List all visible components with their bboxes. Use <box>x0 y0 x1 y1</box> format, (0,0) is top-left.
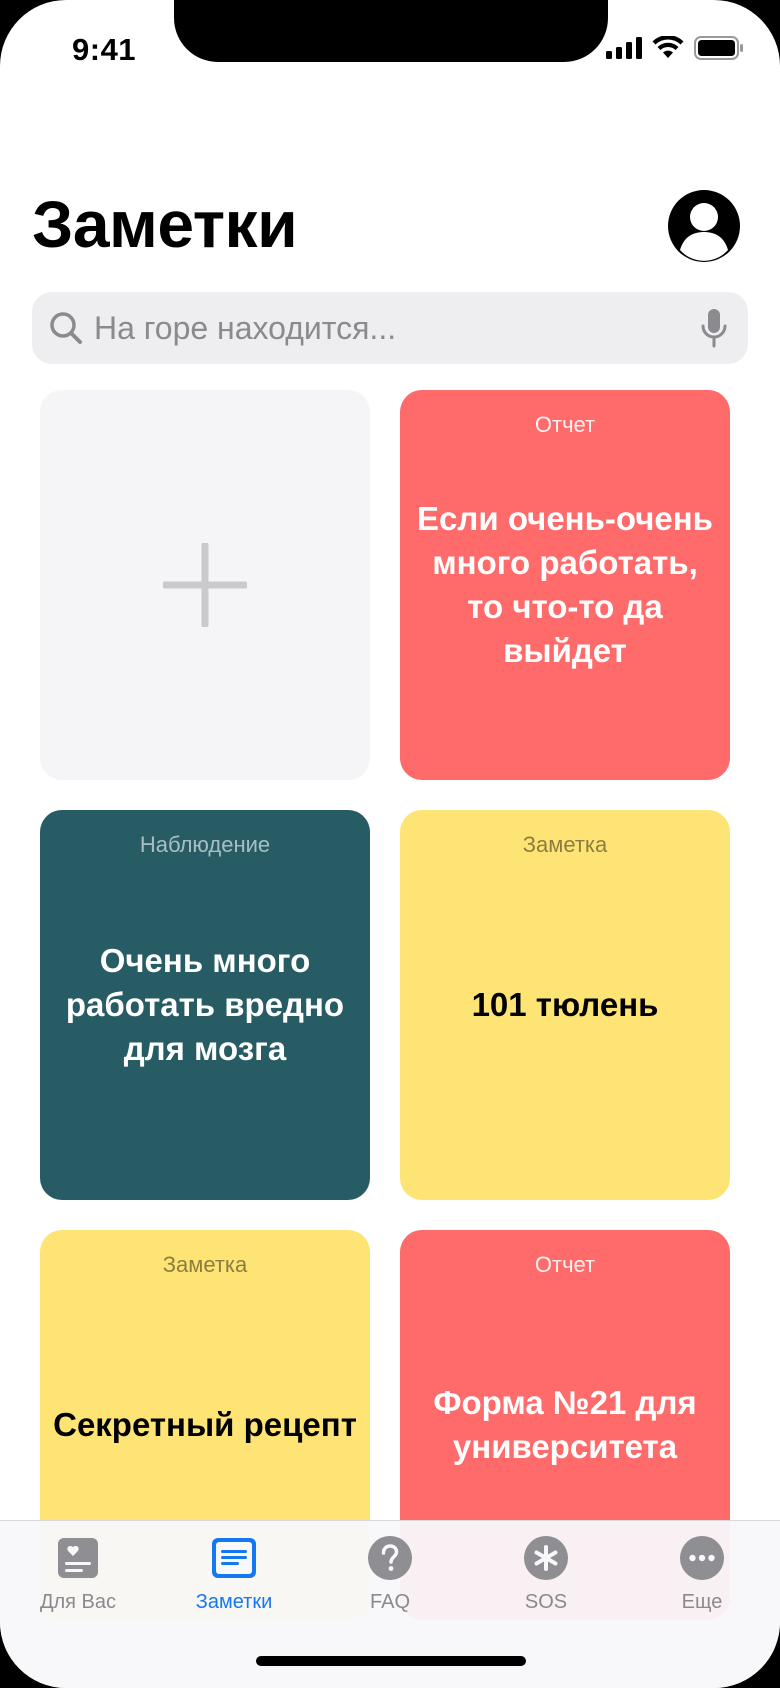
tab-for-you[interactable]: Для Вас <box>0 1535 156 1625</box>
search-bar[interactable] <box>32 292 748 364</box>
profile-icon <box>680 203 728 261</box>
wifi-icon <box>652 36 684 58</box>
note-card[interactable]: Заметка 101 тюлень <box>400 810 730 1200</box>
status-time: 9:41 <box>72 32 137 67</box>
card-title: Если очень-очень много работать, то что-… <box>417 500 713 669</box>
card-title: Очень много работать вредно для мозга <box>65 942 345 1067</box>
tab-label: Заметки <box>195 1591 273 1613</box>
plus-icon <box>163 543 247 627</box>
microphone-icon[interactable] <box>698 307 730 349</box>
tab-faq[interactable]: FAQ <box>312 1535 468 1625</box>
question-icon <box>368 1536 412 1580</box>
tab-more[interactable]: Еще <box>624 1535 780 1625</box>
tab-label: SOS <box>524 1591 568 1613</box>
search-icon <box>50 312 82 344</box>
card-type-label: Отчет <box>534 1252 596 1277</box>
home-indicator[interactable] <box>256 1656 526 1666</box>
page-title: Заметки <box>32 187 298 261</box>
search-input[interactable] <box>94 309 698 347</box>
tab-label: Еще <box>681 1591 723 1613</box>
card-title: Секретный рецепт <box>53 1406 357 1443</box>
more-icon <box>680 1536 724 1580</box>
tab-label: Для Вас <box>39 1591 117 1613</box>
notch <box>174 0 608 62</box>
card-type-label: Заметка <box>162 1252 248 1277</box>
card-type-label: Отчет <box>534 412 596 437</box>
tab-notes[interactable]: Заметки <box>156 1535 312 1625</box>
card-type-label: Заметка <box>522 832 608 857</box>
tab-sos[interactable]: SOS <box>468 1535 624 1625</box>
note-card[interactable]: Наблюдение Очень много работать вредно д… <box>40 810 370 1200</box>
status-icons <box>606 36 744 60</box>
notes-icon <box>212 1538 256 1578</box>
card-title: Форма №21 для университета <box>433 1384 697 1465</box>
note-card[interactable]: Отчет Если очень-очень много работать, т… <box>400 390 730 780</box>
cellular-signal-icon <box>606 37 642 59</box>
battery-icon <box>694 36 743 60</box>
phone-screen: 9:41 Заметки На горе находится... Отчет … <box>0 0 780 1688</box>
add-note-card[interactable] <box>40 390 370 780</box>
asterisk-icon <box>524 1536 568 1580</box>
tab-label: FAQ <box>369 1591 410 1613</box>
for-you-icon <box>58 1538 98 1578</box>
card-title: 101 тюлень <box>471 986 659 1023</box>
card-type-label: Наблюдение <box>139 832 271 857</box>
profile-button[interactable] <box>668 190 740 262</box>
